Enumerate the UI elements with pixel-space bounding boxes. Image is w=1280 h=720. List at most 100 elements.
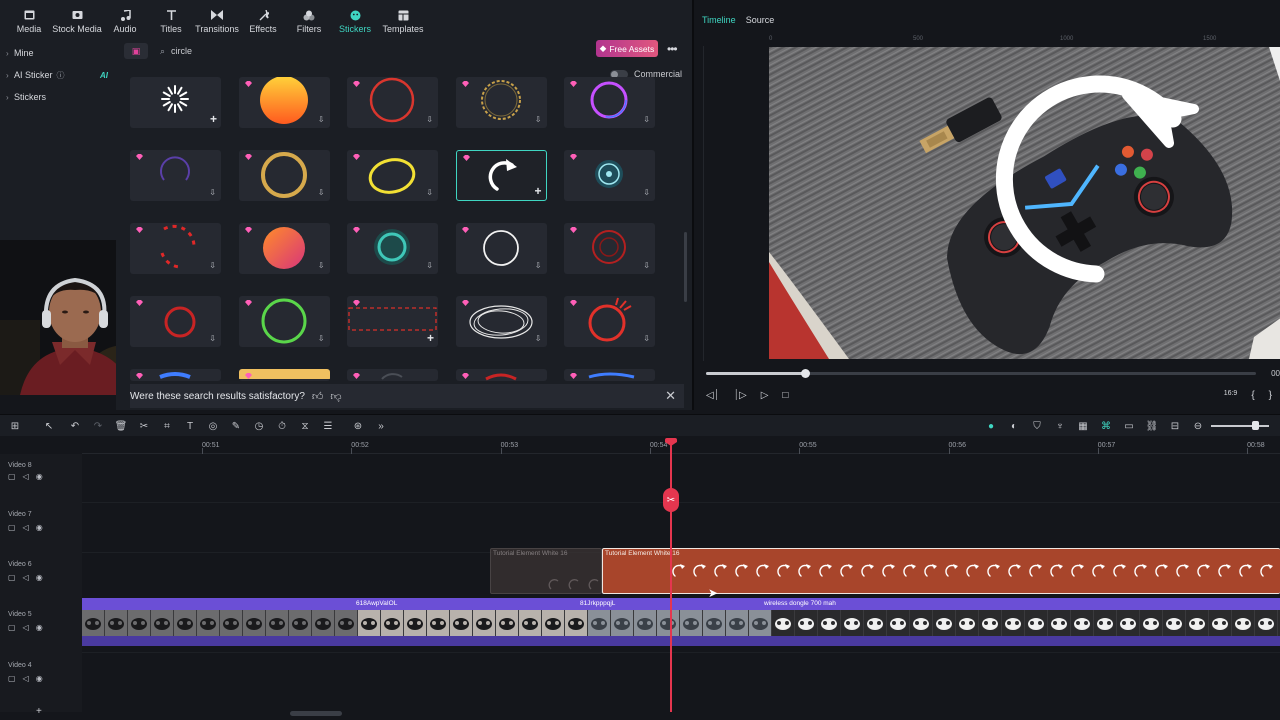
sticker-clip-ghost[interactable]: Tutorial Element White 16 <box>490 548 602 594</box>
undo-icon[interactable]: ↶ <box>69 420 81 432</box>
mark-in-icon[interactable]: { <box>1251 390 1254 401</box>
tab-source[interactable]: Source <box>746 15 775 25</box>
eye-icon[interactable]: ◉ <box>36 573 43 582</box>
search-input[interactable]: circle <box>171 46 192 56</box>
zoom-out-icon[interactable]: ⊖ <box>1192 420 1204 432</box>
sticker-card-white-rotate-arrow[interactable]: + <box>455 150 547 201</box>
download-icon[interactable]: ⇩ <box>318 334 325 343</box>
shield-icon[interactable]: ⛉ <box>1031 420 1043 432</box>
download-icon[interactable]: ⇩ <box>643 261 650 270</box>
sticker-card-gold-sparkle-ring[interactable]: ⇩ <box>455 77 547 128</box>
zoom-knob[interactable] <box>1252 421 1259 430</box>
folder-icon[interactable]: ▢ <box>8 674 16 683</box>
sticker-card-red-brush-ring[interactable]: ⇩ <box>347 77 438 128</box>
timeline-scrollbar[interactable] <box>290 711 342 716</box>
progress-knob[interactable] <box>801 369 810 378</box>
more-tools-icon[interactable]: » <box>375 420 387 432</box>
tab-transitions[interactable]: Transitions <box>194 0 240 40</box>
sticker-card-red-ring-partial[interactable]: ⇩ <box>130 296 221 347</box>
select-tool-icon[interactable]: ↖ <box>43 420 55 432</box>
color-icon[interactable]: ✎ <box>230 420 242 432</box>
mute-icon[interactable]: ◁ <box>23 674 29 683</box>
preview-canvas[interactable] <box>769 47 1280 359</box>
sticker-card-neon-ring[interactable]: ⇩ <box>564 77 655 128</box>
download-icon[interactable]: ⇩ <box>318 188 325 197</box>
storyboard-icon[interactable]: ▦ <box>1077 420 1089 432</box>
stop-icon[interactable]: □ <box>782 390 788 401</box>
close-icon[interactable]: ✕ <box>665 388 676 404</box>
mic-icon[interactable]: ♆ <box>1054 420 1066 432</box>
panel-scrollbar[interactable] <box>684 232 687 302</box>
folder-icon[interactable]: ▢ <box>8 523 16 532</box>
tab-media[interactable]: Media <box>6 0 52 40</box>
sticker-card-purple-arc[interactable]: ⇩ <box>130 150 221 201</box>
download-icon[interactable]: ⇩ <box>643 334 650 343</box>
auto-ripple-icon[interactable]: ◐ <box>1008 420 1020 432</box>
sticker-card-glow-target[interactable]: ⇩ <box>564 150 655 201</box>
play-frame-icon[interactable]: ⏐▷ <box>733 390 746 401</box>
render-icon[interactable]: ● <box>985 420 997 432</box>
sticker-card-green-ring[interactable]: ⇩ <box>238 296 330 347</box>
sticker-card-partial[interactable] <box>130 369 221 381</box>
thumbs-up-icon[interactable]: 👍︎ <box>312 390 324 403</box>
download-icon[interactable]: ⇩ <box>318 115 325 124</box>
free-assets-button[interactable]: ◆ Free Assets <box>596 40 658 57</box>
add-icon[interactable]: + <box>210 112 217 126</box>
layout-grid-icon[interactable]: ⊞ <box>9 420 21 432</box>
download-icon[interactable]: ⇩ <box>535 115 542 124</box>
timeline-ruler[interactable]: 00:51 00:52 00:53 00:54 00:55 00:56 00:57 00:58 <box>82 436 1280 454</box>
sticker-card-partial[interactable] <box>238 369 330 381</box>
mute-icon[interactable]: ◁ <box>23 623 29 632</box>
download-icon[interactable]: ⇩ <box>426 188 433 197</box>
more-options-button[interactable]: ••• <box>667 42 678 56</box>
sticker-card-spinner[interactable]: + <box>130 77 221 128</box>
playhead[interactable] <box>670 440 672 712</box>
sidebar-item-ai-sticker[interactable]: › AI Sticker ⓘ AI <box>0 64 116 86</box>
add-icon[interactable]: + <box>427 331 434 345</box>
play-icon[interactable]: ▷ <box>761 390 769 401</box>
sticker-clip-main[interactable]: Tutorial Element White 16 <box>602 548 1280 594</box>
delete-icon[interactable]: 🗑︎ <box>115 420 128 432</box>
mute-icon[interactable]: ◁ <box>23 523 29 532</box>
timer-icon[interactable]: ⏱︎ <box>276 420 288 432</box>
split-icon[interactable]: ✂ <box>138 420 150 432</box>
preview-progress-slider[interactable] <box>706 369 1256 378</box>
scissors-icon[interactable]: ✂ <box>663 488 679 512</box>
sticker-card-white-ring[interactable]: ⇩ <box>455 223 547 274</box>
sidebar-item-mine[interactable]: › Mine <box>0 42 116 64</box>
eye-icon[interactable]: ◉ <box>36 523 43 532</box>
eye-icon[interactable]: ◉ <box>36 674 43 683</box>
eye-icon[interactable]: ◉ <box>36 472 43 481</box>
eye-icon[interactable]: ◉ <box>36 623 43 632</box>
add-track-icon[interactable]: + <box>36 706 42 717</box>
zoom-slider[interactable] <box>1211 425 1269 427</box>
aspect-ratio-icon[interactable]: 16:9 <box>1224 390 1238 401</box>
download-icon[interactable]: ⇩ <box>209 188 216 197</box>
sticker-card-white-scribble-ellipse[interactable]: ⇩ <box>455 296 547 347</box>
keyframe-icon[interactable]: ⧖ <box>299 420 311 432</box>
sidebar-item-stickers[interactable]: › Stickers <box>0 86 116 108</box>
download-icon[interactable]: ⇩ <box>643 115 650 124</box>
folder-icon[interactable]: ▢ <box>8 573 16 582</box>
mute-icon[interactable]: ◁ <box>23 472 29 481</box>
tab-timeline[interactable]: Timeline <box>702 15 736 25</box>
download-icon[interactable]: ⇩ <box>426 261 433 270</box>
text-icon[interactable]: T <box>184 420 196 432</box>
redo-icon[interactable]: ↷ <box>92 420 104 432</box>
download-icon[interactable]: ⇩ <box>209 261 216 270</box>
tab-audio[interactable]: Audio <box>102 0 148 40</box>
sticker-card-red-splash-ring[interactable]: ⇩ <box>564 296 655 347</box>
sticker-card-orange-pink-orb[interactable]: ⇩ <box>238 223 330 274</box>
tab-stock-media[interactable]: Stock Media <box>52 0 102 40</box>
category-filter-button[interactable]: ▣ <box>124 43 148 59</box>
tab-effects[interactable]: Effects <box>240 0 286 40</box>
folder-icon[interactable]: ▢ <box>8 623 16 632</box>
adjust-icon[interactable]: ☰ <box>322 420 334 432</box>
prev-frame-icon[interactable]: ◁⏐ <box>706 390 719 401</box>
download-icon[interactable]: ⇩ <box>535 261 542 270</box>
sticker-card-orange-orb[interactable]: ⇩ <box>238 77 330 128</box>
sticker-card-partial[interactable] <box>564 369 655 381</box>
crop-icon[interactable]: ⌗ <box>161 420 173 432</box>
captions-icon[interactable]: ▭ <box>1123 420 1135 432</box>
mute-icon[interactable]: ◁ <box>23 573 29 582</box>
